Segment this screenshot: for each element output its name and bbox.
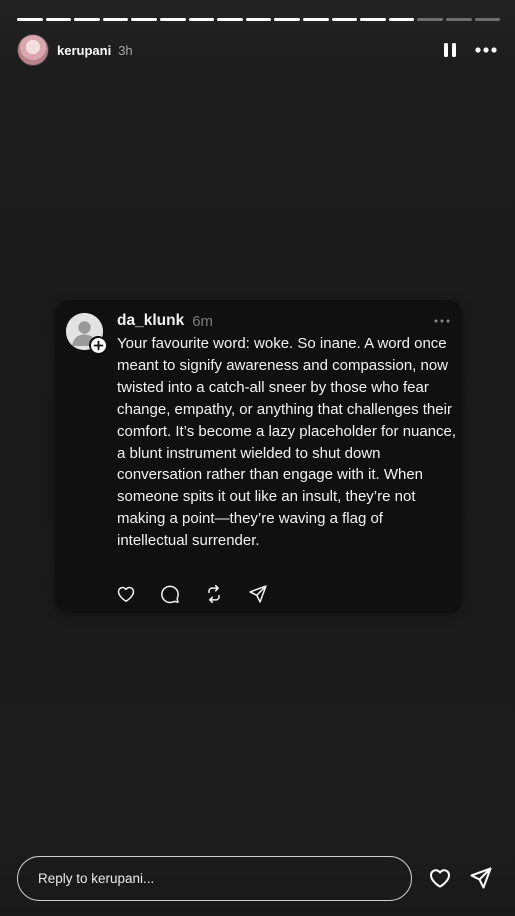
progress-segment	[360, 18, 386, 21]
more-options-icon[interactable]	[475, 47, 497, 53]
progress-segment	[45, 18, 72, 21]
progress-segment	[245, 18, 272, 21]
story-footer-actions	[428, 866, 493, 890]
progress-segment	[302, 18, 329, 21]
shared-post-card[interactable]: da_klunk 6m Your favourite word: woke. S…	[55, 300, 462, 613]
progress-segment	[159, 18, 186, 21]
story-progress-bar	[17, 18, 501, 21]
progress-segment	[474, 18, 501, 21]
post-body-text: Your favourite word: woke. So inane. A w…	[117, 335, 457, 550]
story-header-actions	[443, 42, 497, 58]
story-like-heart-icon[interactable]	[428, 866, 452, 890]
story-send-icon[interactable]	[469, 866, 493, 890]
reply-placeholder-text: Reply to kerupani...	[38, 871, 155, 886]
progress-segment	[17, 18, 43, 21]
progress-segment	[445, 18, 472, 21]
comment-bubble-icon[interactable]	[160, 584, 180, 604]
repost-icon[interactable]	[204, 584, 224, 604]
post-actions	[116, 584, 268, 604]
story-username[interactable]: kerupani	[57, 43, 111, 58]
progress-segment	[188, 18, 215, 21]
progress-segment	[388, 18, 415, 21]
story-timestamp: 3h	[118, 42, 133, 58]
story-viewer: kerupani 3h da_klunk 6m Your favourite w…	[0, 0, 515, 916]
progress-segment	[274, 18, 300, 21]
reply-input[interactable]: Reply to kerupani...	[17, 856, 412, 901]
story-header: kerupani 3h	[17, 33, 497, 67]
progress-segment	[417, 18, 443, 21]
post-header: da_klunk 6m	[117, 311, 450, 331]
profile-avatar[interactable]	[17, 34, 49, 66]
pause-icon[interactable]	[443, 42, 457, 58]
post-author-username[interactable]: da_klunk	[117, 312, 184, 330]
share-send-icon[interactable]	[248, 584, 268, 604]
post-more-icon[interactable]	[434, 319, 450, 323]
plus-icon	[93, 340, 103, 350]
progress-segment	[131, 18, 157, 21]
progress-segment	[331, 18, 358, 21]
like-heart-icon[interactable]	[116, 584, 136, 604]
progress-segment	[74, 18, 100, 21]
follow-plus-badge[interactable]	[89, 336, 107, 354]
post-timestamp: 6m	[192, 312, 214, 330]
progress-segment	[217, 18, 243, 21]
progress-segment	[102, 18, 129, 21]
